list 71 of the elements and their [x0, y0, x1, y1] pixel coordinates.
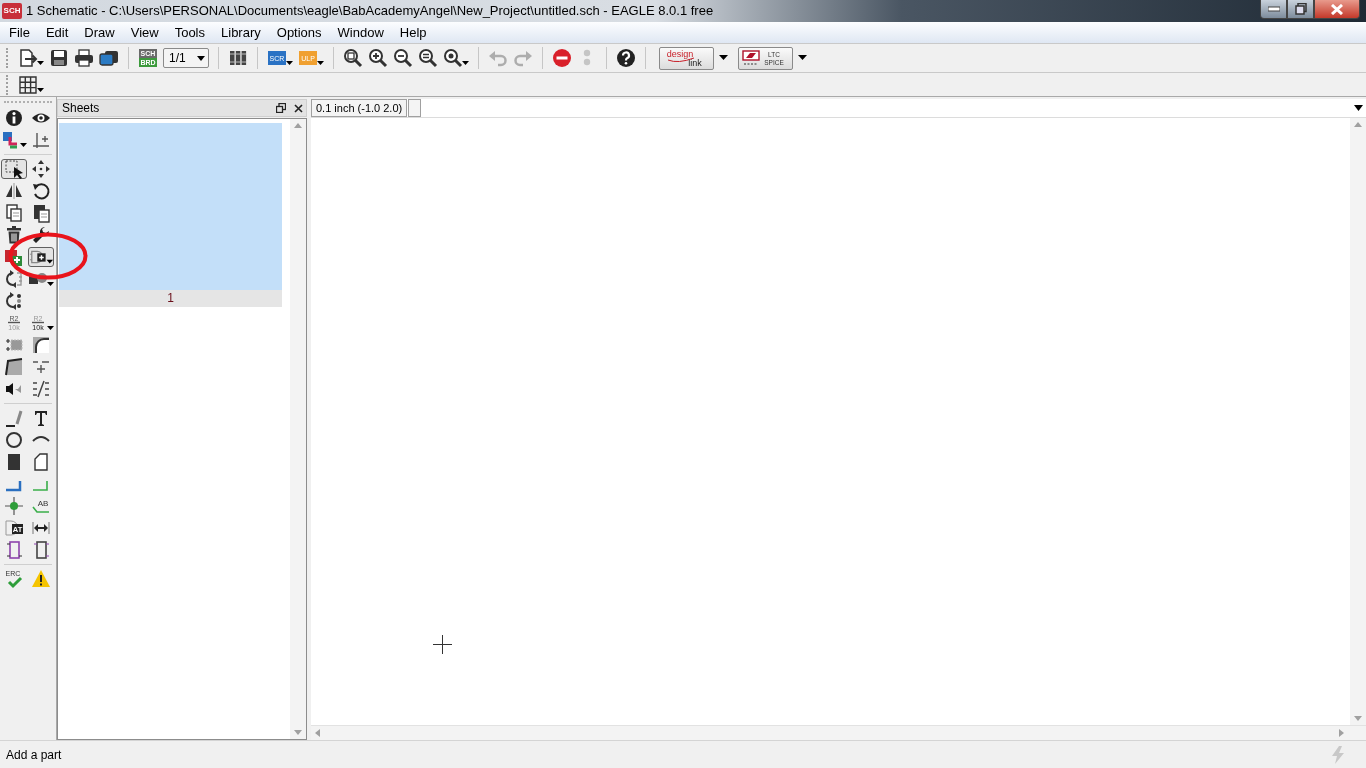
lightning-icon [1332, 745, 1344, 764]
print-icon[interactable] [74, 48, 94, 68]
menu-item[interactable]: Edit [37, 22, 77, 43]
mirror-icon[interactable] [4, 181, 24, 201]
design-link-button[interactable]: design link [659, 46, 714, 70]
rotate-icon[interactable] [31, 181, 51, 201]
menu-item[interactable]: Options [268, 22, 330, 43]
junction-icon[interactable] [4, 496, 24, 516]
split-icon[interactable] [4, 357, 24, 377]
restore-button[interactable] [1287, 0, 1314, 19]
frame-icon[interactable] [31, 540, 51, 560]
caret-icon [197, 55, 205, 61]
windows-icon[interactable] [99, 48, 119, 68]
panel-title: Sheets [62, 100, 100, 117]
window-title: 1 Schematic - C:\Users\PERSONAL\Documents\eagle\BabAcademyAngel\New_Project\untitled.sch - EAGLE 8.0.1 free [26, 2, 714, 20]
status-message: Add a part [6, 746, 62, 764]
coordinate-display: 0.1 inch (-1.0 2.0) [311, 99, 408, 117]
polygon-icon[interactable] [31, 452, 51, 472]
layers-icon[interactable] [1, 130, 27, 150]
zoom-fit-icon[interactable] [343, 48, 363, 68]
zoom-out-icon[interactable] [393, 48, 413, 68]
stop-icon[interactable] [552, 48, 572, 68]
crosshair-cursor-icon [433, 635, 452, 654]
minimize-icon [1267, 6, 1280, 12]
zoom-select-icon[interactable] [418, 48, 438, 68]
warning-icon[interactable] [31, 569, 51, 589]
menu-item[interactable]: Tools [166, 22, 213, 43]
move-arrows-icon[interactable] [31, 159, 51, 179]
miter-icon[interactable] [31, 335, 51, 355]
menu-item[interactable]: Help [391, 22, 435, 43]
gate-plus-tool-button[interactable] [28, 247, 54, 267]
trash-icon[interactable] [4, 225, 24, 245]
zoom-in-icon[interactable] [368, 48, 388, 68]
books-icon[interactable] [228, 48, 248, 68]
caret-icon [1354, 105, 1363, 111]
selection-arrow-tool-button[interactable] [1, 159, 27, 179]
menu-item[interactable]: File [1, 22, 38, 43]
menu-item[interactable]: View [122, 22, 167, 43]
replace-icon[interactable] [4, 269, 24, 289]
circle-icon[interactable] [4, 430, 24, 450]
slice-icon[interactable] [31, 379, 51, 399]
close-button[interactable] [1314, 0, 1360, 19]
minimize-button[interactable] [1260, 0, 1287, 19]
open-icon[interactable] [18, 48, 44, 68]
save-icon[interactable] [49, 48, 69, 68]
menu-item[interactable]: Window [329, 22, 392, 43]
pin-swap-icon[interactable] [4, 291, 24, 311]
caret-icon[interactable] [719, 55, 729, 61]
line-pencil-icon[interactable] [4, 408, 24, 428]
sheet-select[interactable]: 1/1 [163, 48, 209, 68]
zoom-last-icon[interactable] [443, 48, 469, 68]
add-icon[interactable] [4, 247, 24, 267]
menu-item[interactable]: Library [213, 22, 269, 43]
copy-icon[interactable] [4, 203, 24, 223]
menu-item[interactable]: Draw [76, 22, 123, 43]
frame-icon[interactable] [4, 540, 24, 560]
sheet-number[interactable]: 1 [59, 290, 282, 307]
float-panel-icon[interactable] [276, 103, 286, 113]
wrench-icon[interactable] [31, 225, 51, 245]
restore-icon [1294, 3, 1307, 15]
close-icon[interactable] [294, 103, 303, 113]
selection-arrow-icon [4, 159, 24, 179]
paste-icon[interactable] [31, 203, 51, 223]
help-icon[interactable] [616, 48, 636, 68]
command-history-box[interactable] [408, 99, 422, 117]
crosshair-mark-icon[interactable] [31, 130, 51, 150]
close-icon [1330, 3, 1344, 15]
grid-icon[interactable] [18, 74, 44, 95]
caret-icon[interactable] [798, 55, 808, 61]
info-icon[interactable] [4, 108, 24, 128]
app-icon: SCH [2, 3, 22, 19]
